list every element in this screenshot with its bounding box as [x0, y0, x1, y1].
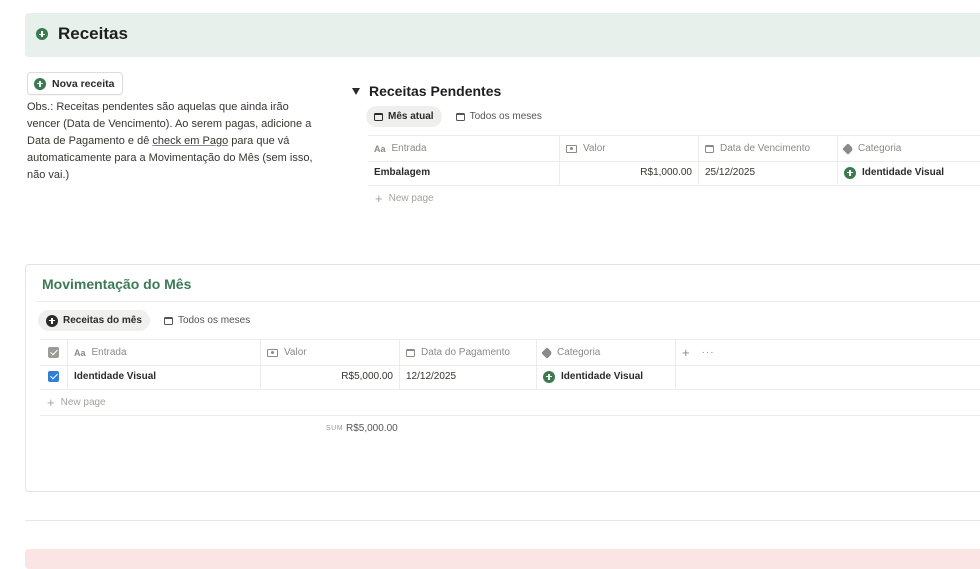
calendar-icon	[374, 112, 383, 121]
checkbox-property-icon	[48, 347, 59, 358]
cell-categoria[interactable]: Identidade Visual	[537, 364, 676, 389]
table-row[interactable]: Embalagem R$1,000.00 25/12/2025 Identida…	[368, 160, 980, 186]
plus-icon: +	[47, 394, 55, 410]
cell-data[interactable]: 25/12/2025	[699, 160, 838, 185]
table-row[interactable]: Identidade Visual R$5,000.00 12/12/2025 …	[40, 364, 980, 390]
column-label: Valor	[284, 347, 307, 358]
tag-icon	[541, 346, 553, 359]
tab-label: Receitas do mês	[63, 315, 142, 326]
more-options-icon[interactable]: ···	[702, 347, 715, 358]
column-label: Entrada	[91, 347, 127, 358]
money-icon	[267, 348, 278, 357]
obs-link-text: check em Pago	[152, 135, 229, 147]
page-header-callout: Receitas	[25, 13, 980, 57]
column-header-categoria[interactable]: Categoria	[838, 136, 980, 161]
text-property-icon: Aa	[374, 143, 386, 154]
cell-empty	[676, 364, 980, 389]
new-page-button[interactable]: + New page	[375, 190, 434, 206]
column-header-data[interactable]: Data do Pagamento	[400, 340, 537, 365]
column-label: Categoria	[557, 347, 601, 358]
category-label: Identidade Visual	[862, 167, 945, 178]
calendar-icon	[163, 316, 173, 325]
movement-view-tabs: Receitas do mês Todos os meses	[38, 310, 258, 331]
tab-todos-os-meses[interactable]: Todos os meses	[448, 106, 550, 127]
sum-label: SUM	[326, 425, 344, 432]
tab-label: Todos os meses	[177, 315, 251, 326]
cell-pago[interactable]	[40, 364, 68, 389]
toggle-triangle-icon[interactable]	[352, 88, 360, 95]
add-property-icon[interactable]: +	[682, 345, 690, 360]
cell-entrada[interactable]: Identidade Visual	[68, 364, 261, 389]
column-label: Entrada	[391, 143, 427, 154]
plus-circle-icon	[46, 314, 58, 327]
divider	[25, 520, 980, 521]
sum-value[interactable]: R$5,000.00	[346, 423, 398, 434]
tab-receitas-do-mes[interactable]: Receitas do mês	[38, 310, 150, 331]
new-page-label: New page	[60, 397, 106, 408]
column-header-valor[interactable]: Valor	[261, 340, 400, 365]
page-title: Receitas	[58, 24, 128, 43]
new-page-button[interactable]: + New page	[47, 394, 106, 410]
cell-categoria[interactable]: Identidade Visual	[838, 160, 980, 185]
column-header-pago[interactable]	[40, 340, 68, 365]
table-header-row: Aa Entrada Valor Data de Vencimento Cate…	[368, 135, 980, 162]
column-header-entrada[interactable]: Aa Entrada	[368, 136, 560, 161]
tab-todos-os-meses[interactable]: Todos os meses	[156, 310, 258, 331]
column-header-entrada[interactable]: Aa Entrada	[68, 340, 261, 365]
column-label: Valor	[583, 143, 606, 154]
column-header-valor[interactable]: Valor	[560, 136, 699, 161]
column-header-data[interactable]: Data de Vencimento	[699, 136, 838, 161]
plus-circle-icon	[844, 166, 856, 179]
plus-circle-icon	[36, 28, 48, 40]
pending-section-title: Receitas Pendentes	[369, 83, 502, 99]
pending-view-tabs: Mês atual Todos os meses	[366, 106, 550, 127]
tab-label: Mês atual	[388, 111, 434, 122]
money-icon	[566, 144, 577, 153]
cell-valor[interactable]: R$1,000.00	[560, 160, 699, 185]
calendar-icon	[406, 348, 415, 357]
column-label: Categoria	[858, 143, 902, 154]
cell-entrada[interactable]: Embalagem	[368, 160, 560, 185]
new-receita-button[interactable]: Nova receita	[27, 72, 124, 95]
tab-label: Todos os meses	[469, 111, 542, 122]
calendar-icon	[455, 112, 465, 121]
plus-circle-icon	[543, 370, 555, 383]
tag-icon	[842, 142, 854, 155]
text-property-icon: Aa	[74, 347, 86, 358]
category-label: Identidade Visual	[561, 371, 644, 382]
new-page-label: New page	[388, 193, 434, 204]
checked-checkbox-icon[interactable]	[48, 371, 59, 382]
column-header-categoria[interactable]: Categoria	[537, 340, 676, 365]
cell-valor[interactable]: R$5,000.00	[261, 364, 400, 389]
plus-icon: +	[375, 190, 383, 206]
divider	[36, 301, 980, 302]
obs-note: Obs.: Receitas pendentes são aquelas que…	[27, 99, 319, 184]
cell-data[interactable]: 12/12/2025	[400, 364, 537, 389]
tab-mes-atual[interactable]: Mês atual	[366, 106, 442, 127]
column-actions: + ···	[676, 340, 980, 365]
plus-circle-icon	[34, 77, 46, 90]
next-section-callout	[25, 549, 980, 569]
column-label: Data de Vencimento	[720, 143, 811, 154]
movement-title: Movimentação do Mês	[42, 276, 192, 292]
table-header-row: Aa Entrada Valor Data do Pagamento Categ…	[40, 339, 980, 366]
new-receita-label: Nova receita	[52, 77, 115, 90]
calendar-icon	[705, 144, 714, 153]
divider	[40, 415, 980, 416]
column-label: Data do Pagamento	[421, 347, 510, 358]
